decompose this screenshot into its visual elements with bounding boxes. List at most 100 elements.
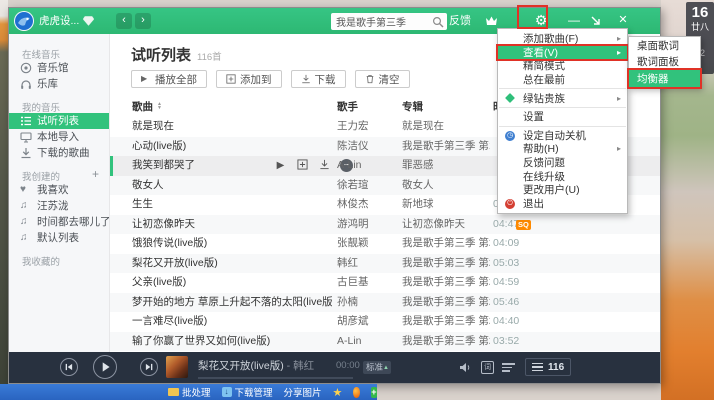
next-button[interactable]: [140, 358, 158, 376]
play-icon: [94, 356, 116, 378]
song-duration: 04:59: [493, 273, 527, 293]
song-album: 我是歌手第三季 第1期: [402, 137, 490, 157]
submenu-arrow-icon: ▸: [617, 94, 621, 103]
taskbar-item-download-manager[interactable]: ↓下载管理: [222, 385, 273, 399]
submenu-item-desktop-lyrics[interactable]: 桌面歌词: [629, 37, 700, 54]
menu-item-view[interactable]: 查看(V)▸: [498, 46, 627, 60]
sidebar-item-downloaded-songs[interactable]: 下载的歌曲: [9, 145, 109, 161]
back-button[interactable]: ‹: [116, 13, 132, 29]
playlist-toggle-button[interactable]: 116: [525, 358, 571, 376]
lyrics-toggle-icon[interactable]: 词: [481, 361, 494, 374]
menu-item-feedback[interactable]: 反馈问题: [498, 156, 627, 170]
sidebar-item-label: 我喜欢: [37, 184, 69, 196]
add-icon[interactable]: +: [371, 387, 377, 398]
sidebar-item-default-playlist[interactable]: ♫ 默认列表: [9, 230, 109, 246]
sidebar-item-local-import[interactable]: 本地导入: [9, 129, 109, 145]
submenu-arrow-icon: ▸: [617, 48, 621, 57]
submenu-item-equalizer[interactable]: 均衡器: [629, 70, 700, 87]
playlist-icon: [532, 361, 543, 374]
table-row[interactable]: 饿狼传说(live版) 张靓颖 我是歌手第三季 第2期 04:09: [110, 234, 660, 254]
sidebar-item-label: 下载的歌曲: [37, 147, 90, 159]
vip-diamond-icon[interactable]: [83, 16, 94, 26]
row-play-icon[interactable]: ▶: [274, 159, 287, 172]
app-logo-icon[interactable]: [13, 10, 35, 32]
crown-icon[interactable]: [485, 15, 498, 26]
menu-separator: [499, 126, 626, 127]
column-song[interactable]: 歌曲▲▼: [132, 98, 332, 118]
quality-selector[interactable]: 标准 ▲: [363, 361, 391, 374]
headphones-icon: [20, 78, 32, 90]
menu-item-online-upgrade[interactable]: 在线升级: [498, 169, 627, 183]
submenu-arrow-icon: ▸: [617, 144, 621, 153]
sidebar-item-my-favorites[interactable]: ♥ 我喜欢: [9, 182, 109, 198]
table-row[interactable]: 梦开始的地方 草原上升起不落的太阳(live版) 孙楠 我是歌手第三季 第2期 …: [110, 293, 660, 313]
table-row[interactable]: 一言难尽(live版) 胡彦斌 我是歌手第三季 第2期 04:40: [110, 312, 660, 332]
next-icon: [141, 359, 157, 375]
sidebar-item-playlist-1[interactable]: ♫ 汪苏泷: [9, 198, 109, 214]
music-note-icon: ♫: [20, 232, 32, 244]
download-button[interactable]: 下载: [291, 70, 346, 88]
table-row[interactable]: 输了你赢了世界又如何(live版) A-Lin 我是歌手第三季 第2期 03:5…: [110, 332, 660, 352]
sidebar-item-playlist-2[interactable]: ♫ 时间都去哪儿了: [9, 214, 109, 230]
calendar-day: 16: [686, 4, 714, 21]
add-to-button[interactable]: 添加到: [216, 70, 282, 88]
sidebar-item-music-hall[interactable]: 音乐馆: [9, 60, 109, 76]
song-artist: 张靓颖: [337, 234, 399, 254]
music-hall-icon: [20, 62, 32, 74]
menu-item-help[interactable]: 帮助(H)▸: [498, 142, 627, 156]
row-add-icon[interactable]: [296, 159, 309, 172]
music-note-icon: ♫: [20, 216, 32, 228]
mini-mode-icon[interactable]: [590, 15, 602, 27]
menu-item-green-diamond[interactable]: 绿钻贵族▸: [498, 91, 627, 105]
taskbar-item-batch[interactable]: 批处理: [168, 385, 211, 399]
previous-button[interactable]: [60, 358, 78, 376]
menu-item-always-on-top[interactable]: 总在最前: [498, 73, 627, 87]
play-all-button[interactable]: ▶ 播放全部: [131, 70, 207, 88]
menu-item-exit[interactable]: ⏻退出: [498, 197, 627, 211]
menu-separator: [499, 88, 626, 89]
table-row[interactable]: 梨花又开放(live版) 韩红 我是歌手第三季 第2期 05:03: [110, 254, 660, 274]
search-icon[interactable]: [432, 16, 444, 28]
menu-item-auto-shutdown[interactable]: ◷设定自动关机: [498, 129, 627, 143]
table-row[interactable]: 让初恋像昨天 游鸿明 让初恋像昨天 04:47 SQ: [110, 215, 660, 235]
play-button[interactable]: [93, 355, 117, 379]
clear-button[interactable]: 清空: [355, 70, 410, 88]
menu-item-change-user[interactable]: 更改用户(U): [498, 183, 627, 197]
column-album[interactable]: 专辑: [402, 98, 490, 118]
browser-icon[interactable]: [353, 387, 359, 398]
sidebar-item-music-library[interactable]: 乐库: [9, 76, 109, 92]
forward-button[interactable]: ›: [135, 13, 151, 29]
feedback-link[interactable]: 反馈: [449, 8, 471, 34]
volume-icon[interactable]: [459, 361, 472, 374]
sidebar-section-online-music: 在线音乐: [9, 39, 109, 60]
menu-item-mini-mode[interactable]: 精简模式: [498, 59, 627, 73]
download-icon: [301, 74, 311, 84]
sidebar-item-label: 本地导入: [37, 131, 79, 143]
now-playing-artist: 韩红: [293, 360, 314, 372]
table-row[interactable]: 父亲(live版) 古巨基 我是歌手第三季 第2期 04:59: [110, 273, 660, 293]
song-artist: 徐若瑄: [337, 176, 399, 196]
song-title: 饿狼传说(live版): [132, 234, 332, 254]
sidebar-item-label: 默认列表: [37, 232, 79, 244]
username[interactable]: 虎虎设...: [39, 8, 79, 34]
album-art[interactable]: [166, 356, 188, 378]
submenu-item-lyrics-panel[interactable]: 歌词面板: [629, 54, 700, 71]
menu-separator: [499, 107, 626, 108]
search-box: [331, 13, 447, 30]
play-order-icon[interactable]: [502, 363, 515, 372]
column-artist[interactable]: 歌手: [337, 98, 399, 118]
song-duration: 05:46: [493, 293, 527, 313]
add-playlist-button[interactable]: +: [92, 167, 99, 181]
menu-item-settings[interactable]: 设置: [498, 110, 627, 124]
song-duration: 03:52: [493, 332, 527, 352]
search-input[interactable]: [336, 14, 430, 28]
taskbar-item-share-image[interactable]: 分享图片: [284, 385, 322, 399]
progress-bar[interactable]: [198, 377, 353, 379]
row-download-icon[interactable]: [318, 159, 331, 172]
menu-item-add-songs[interactable]: 添加歌曲(F)▸: [498, 32, 627, 46]
star-icon[interactable]: ★: [333, 386, 343, 399]
sidebar-item-listening-list[interactable]: 试听列表: [9, 113, 109, 129]
song-album: 罪恶感: [402, 156, 490, 176]
song-artist: 林俊杰: [337, 195, 399, 215]
song-title: 梦开始的地方 草原上升起不落的太阳(live版): [132, 293, 332, 313]
